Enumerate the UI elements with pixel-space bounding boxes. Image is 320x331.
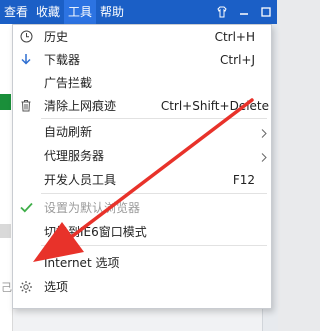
maximize-icon[interactable]: [255, 0, 277, 24]
menu-view[interactable]: 查看: [0, 0, 32, 24]
menu-item-label: Internet 选项: [44, 256, 120, 270]
window-controls: [211, 0, 277, 24]
menu-separator: [41, 245, 267, 246]
gear-icon: [19, 280, 33, 294]
menu-bar: 查看 收藏 工具 帮助: [0, 0, 128, 24]
menu-item-history[interactable]: 历史 Ctrl+H: [13, 25, 271, 48]
skin-icon[interactable]: [211, 0, 233, 24]
menu-favorites[interactable]: 收藏: [32, 0, 64, 24]
chevron-right-icon: [261, 151, 267, 165]
menu-item-set-default-browser: 设置为默认浏览器: [13, 196, 271, 219]
menu-item-proxy-server[interactable]: 代理服务器: [13, 144, 271, 167]
menu-help[interactable]: 帮助: [96, 0, 128, 24]
menu-item-label: 代理服务器: [44, 149, 105, 163]
minimize-icon[interactable]: [233, 0, 255, 24]
menu-item-label: 开发人员工具: [44, 173, 117, 187]
menu-item-label: 历史: [44, 30, 69, 44]
menu-item-downloader[interactable]: 下载器 Ctrl+J: [13, 48, 271, 71]
shortcut-text: Ctrl+Shift+Delete: [160, 98, 269, 113]
tools-dropdown-menu: 历史 Ctrl+H 下载器 Ctrl+J 广告拦截 清除上网痕迹 Ctrl+Sh…: [12, 24, 272, 309]
shortcut-text: F12: [232, 172, 255, 187]
side-glyph: 己: [1, 281, 12, 294]
trash-icon: [19, 99, 33, 113]
menu-item-label: 自动刷新: [44, 125, 93, 139]
menu-item-developer-tools[interactable]: 开发人员工具 F12: [13, 168, 271, 191]
menu-separator: [41, 118, 267, 119]
menu-item-label: 切换到IE6窗口模式: [44, 225, 147, 239]
menu-item-label: 选项: [44, 280, 69, 294]
title-bar: 查看 收藏 工具 帮助: [0, 0, 277, 24]
menu-item-ad-block[interactable]: 广告拦截: [13, 71, 271, 94]
menu-separator: [41, 193, 267, 194]
menu-tools[interactable]: 工具: [64, 0, 97, 24]
menu-item-auto-refresh[interactable]: 自动刷新: [13, 120, 271, 143]
download-arrow-icon: [19, 53, 33, 67]
chevron-right-icon: [261, 127, 267, 141]
checkmark-icon: [19, 201, 33, 215]
menu-item-switch-ie6-mode[interactable]: 切换到IE6窗口模式: [13, 220, 271, 243]
side-tab: [0, 94, 11, 110]
shortcut-text: Ctrl+H: [214, 29, 255, 44]
clock-icon: [19, 30, 33, 44]
menu-item-label: 清除上网痕迹: [44, 99, 117, 113]
menu-item-label: 下载器: [44, 53, 81, 67]
menu-item-label: 设置为默认浏览器: [44, 201, 141, 215]
menu-item-options[interactable]: 选项: [13, 275, 271, 298]
menu-item-label: 广告拦截: [44, 76, 93, 90]
side-tab: [0, 224, 11, 238]
menu-item-clear-traces[interactable]: 清除上网痕迹 Ctrl+Shift+Delete: [13, 94, 271, 117]
menu-item-internet-options[interactable]: Internet 选项: [13, 251, 271, 274]
shortcut-text: Ctrl+J: [220, 52, 255, 67]
